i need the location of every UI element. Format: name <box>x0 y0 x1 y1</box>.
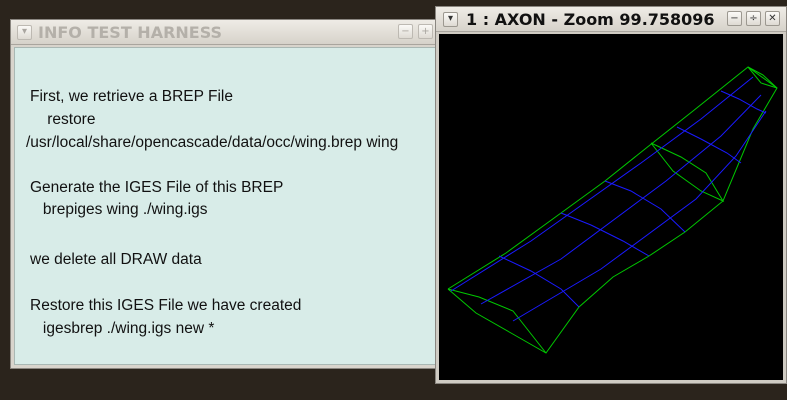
wing-root-section <box>447 288 547 354</box>
maximize-button[interactable]: ÷ <box>746 11 761 26</box>
info-line: First, we retrieve a BREP File <box>30 88 233 105</box>
minimize-button[interactable]: − <box>398 24 413 39</box>
axon-window-titlebar[interactable]: ▾ 1 : AXON - Zoom 99.758096 − ÷ ✕ <box>436 7 786 32</box>
info-line: Restore this IGES File we have created <box>30 297 302 314</box>
wing-isoline <box>498 255 580 308</box>
close-button[interactable]: ✕ <box>765 11 780 26</box>
wing-wireframe <box>447 66 778 354</box>
minimize-button[interactable]: − <box>727 11 742 26</box>
info-line: Generate the IGES File of this BREP <box>30 179 284 196</box>
close-icon: ✕ <box>768 12 777 24</box>
wing-isoline <box>512 110 767 322</box>
info-window-title: INFO TEST HARNESS <box>38 22 223 42</box>
wing-outline <box>447 66 778 354</box>
maximize-button[interactable]: + <box>418 24 433 39</box>
window-menu-button[interactable]: ▾ <box>443 11 458 27</box>
minimize-icon: − <box>401 25 410 37</box>
wing-isoline <box>720 90 767 114</box>
info-test-harness-window: ▾ INFO TEST HARNESS − + First, we retrie… <box>10 19 440 369</box>
wing-mid-section <box>650 142 725 203</box>
maximize-icon: + <box>421 25 430 37</box>
info-line: restore <box>30 111 96 128</box>
3d-viewport[interactable] <box>439 34 783 380</box>
axon-window-title: 1 : AXON - Zoom 99.758096 <box>466 9 715 29</box>
chevron-down-icon: ▾ <box>21 26 28 37</box>
info-window-titlebar[interactable]: ▾ INFO TEST HARNESS − + <box>11 20 439 45</box>
info-line: igesbrep ./wing.igs new * <box>30 320 215 337</box>
window-menu-button[interactable]: ▾ <box>17 24 32 40</box>
info-line: brepiges wing ./wing.igs <box>30 201 208 218</box>
axon-view-window: ▾ 1 : AXON - Zoom 99.758096 − ÷ ✕ <box>435 6 787 384</box>
info-line: /usr/local/share/opencascade/data/occ/wi… <box>26 134 399 151</box>
chevron-down-icon: ▾ <box>447 13 454 24</box>
info-line: we delete all DRAW data <box>30 251 202 268</box>
maximize-icon: ÷ <box>749 12 758 24</box>
info-text-area[interactable]: First, we retrieve a BREP File restore /… <box>14 47 436 365</box>
minimize-icon: − <box>730 12 739 24</box>
wing-isoline <box>604 180 686 233</box>
wing-isoline <box>676 126 742 164</box>
